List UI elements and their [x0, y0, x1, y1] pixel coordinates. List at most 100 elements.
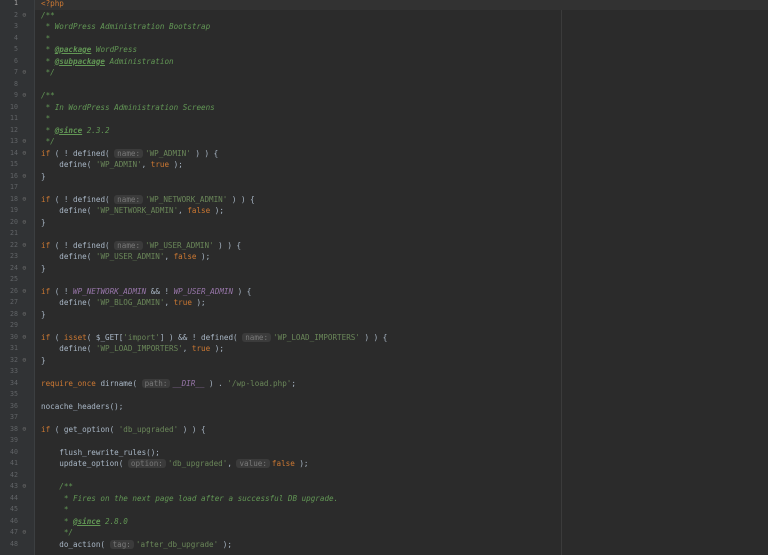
fold-toggle-icon[interactable]: ⊖: [21, 90, 28, 102]
code-line-text: }: [41, 263, 46, 275]
code-token: define(: [41, 160, 96, 169]
parameter-hint: name:: [114, 240, 144, 250]
line-number-gutter[interactable]: 1 2 ⊖ 3 4 5 6 7 ⊖ 8 9 ⊖ 10 11 12 13 ⊖ 14 ⊖ 15 16 ⊖ 17 18 ⊖ 19 20 ⊖ 2…: [0, 0, 35, 555]
fold-toggle-icon[interactable]: ⊖: [21, 481, 28, 493]
fold-toggle-icon[interactable]: ⊖: [21, 424, 28, 436]
line-number: 46: [10, 516, 18, 525]
code-token: define(: [41, 344, 96, 353]
line-number: 23: [10, 252, 18, 260]
line-number: 17: [10, 183, 18, 191]
line-number: 3: [14, 22, 18, 30]
code-token: ( ! defined(: [50, 194, 115, 204]
line-number: 8: [14, 79, 18, 88]
fold-toggle-icon[interactable]: ⊖: [21, 309, 28, 321]
code-token: 'db_upgraded': [167, 459, 228, 468]
line-number: 37: [10, 413, 18, 421]
code-line-text: }: [41, 217, 46, 229]
code-token: true: [173, 298, 192, 307]
line-number: 31: [10, 344, 18, 352]
line-number: 20: [10, 217, 18, 226]
code-line-text: define( 'WP_BLOG_ADMIN', true );: [41, 297, 205, 309]
code-token: ) ) {: [227, 194, 255, 204]
code-token: 'WP_NETWORK_ADMIN': [95, 206, 179, 215]
line-number: 39: [10, 436, 18, 444]
code-text-area[interactable]: <?php /** * WordPress Administration Boot…: [35, 0, 768, 555]
line-number: 43: [10, 482, 18, 490]
fold-toggle-icon[interactable]: ⊖: [21, 194, 28, 206]
line-number: 12: [10, 125, 18, 134]
fold-toggle-icon[interactable]: ⊖: [21, 286, 28, 298]
code-line-text: if ( ! WP_NETWORK_ADMIN && ! WP_USER_ADM…: [41, 286, 251, 298]
code-line-text: /**: [41, 481, 73, 493]
code-token: require_once: [41, 378, 96, 388]
code-token: *: [41, 33, 51, 43]
code-token: *: [41, 516, 74, 526]
line-number: 41: [10, 459, 18, 467]
code-token: 'WP_USER_ADMIN': [95, 252, 165, 261]
line-number: 32: [10, 355, 18, 364]
code-token: ) ) {: [213, 240, 242, 250]
code-token: */: [41, 528, 74, 537]
line-number: 45: [10, 505, 18, 513]
code-token: false: [173, 252, 197, 261]
fold-toggle-icon[interactable]: ⊖: [21, 263, 28, 275]
line-number: 28: [10, 309, 18, 318]
fold-toggle-icon[interactable]: ⊖: [21, 67, 28, 79]
line-number: 33: [10, 367, 18, 375]
parameter-hint: value:: [236, 459, 270, 468]
line-number: 27: [10, 298, 18, 306]
code-token: 'WP_ADMIN': [145, 148, 191, 158]
fold-toggle-icon[interactable]: ⊖: [21, 527, 28, 539]
code-token: 'WP_LOAD_IMPORTERS': [95, 344, 183, 353]
code-token: do_action(: [41, 539, 110, 549]
code-line-text: */: [41, 67, 55, 79]
fold-toggle-icon[interactable]: ⊖: [21, 10, 28, 22]
code-token: define(: [41, 252, 96, 261]
line-number: 9: [14, 91, 18, 99]
code-token: 'WP_ADMIN': [95, 160, 142, 169]
fold-toggle-icon[interactable]: ⊖: [21, 217, 28, 229]
code-token: ( ! defined(: [50, 240, 115, 250]
code-line-text: if ( ! defined( name: 'WP_ADMIN' ) ) {: [41, 148, 218, 160]
code-token: ;: [291, 378, 296, 388]
fold-toggle-icon[interactable]: ⊖: [21, 355, 28, 367]
code-token: WP_NETWORK_ADMIN: [73, 286, 147, 296]
line-number: 40: [10, 447, 18, 456]
fold-toggle-icon[interactable]: ⊖: [21, 240, 28, 252]
code-token: 'WP_USER_ADMIN': [145, 240, 214, 250]
code-token: 'WP_NETWORK_ADMIN': [145, 194, 228, 204]
fold-toggle-icon[interactable]: ⊖: [21, 148, 28, 160]
code-token: );: [210, 344, 224, 353]
code-token: @since: [73, 516, 101, 526]
code-token: WordPress: [91, 45, 138, 54]
fold-toggle-icon[interactable]: ⊖: [21, 136, 28, 148]
fold-toggle-icon[interactable]: ⊖: [21, 171, 28, 183]
code-token: @since: [54, 125, 83, 135]
code-token: ,: [141, 160, 151, 169]
code-token: 'WP_LOAD_IMPORTERS': [273, 332, 360, 342]
code-token: *: [41, 45, 55, 54]
code-token: * In WordPress Administration Screens: [41, 102, 215, 112]
code-editor[interactable]: 1 2 ⊖ 3 4 5 6 7 ⊖ 8 9 ⊖ 10 11 12 13 ⊖ 14 ⊖ 15 16 ⊖ 17 18 ⊖ 19 20 ⊖ 2…: [0, 0, 768, 555]
code-token: */: [41, 68, 55, 77]
code-token: ( $_GET[: [86, 332, 124, 342]
code-line-text: require_once dirname( path: __DIR__ ) . '…: [41, 378, 296, 390]
code-line-text: define( 'WP_NETWORK_ADMIN', false );: [41, 205, 224, 217]
code-token: ) ) {: [190, 148, 219, 158]
code-line-text: if ( get_option( 'db_upgraded' ) ) {: [41, 424, 206, 436]
code-line[interactable]: <?php: [35, 0, 768, 10]
parameter-hint: path:: [141, 378, 171, 388]
code-token: * WordPress Administration Bootstrap: [41, 22, 211, 31]
fold-toggle-icon[interactable]: ⊖: [21, 332, 28, 344]
line-number: 47: [10, 528, 18, 536]
code-token: 'WP_BLOG_ADMIN': [95, 298, 165, 307]
parameter-hint: tag:: [109, 539, 134, 549]
code-line-text: update_option( option:'db_upgraded', val…: [41, 458, 309, 470]
code-token: ) {: [233, 286, 252, 296]
code-token: * Fires on the next page load after a su…: [41, 493, 339, 503]
code-token: if: [41, 286, 51, 296]
code-line-text: }: [41, 355, 46, 367]
code-token: }: [41, 355, 46, 365]
code-line-text: define( 'WP_USER_ADMIN', false );: [41, 251, 210, 263]
code-token: <?php: [41, 0, 64, 8]
